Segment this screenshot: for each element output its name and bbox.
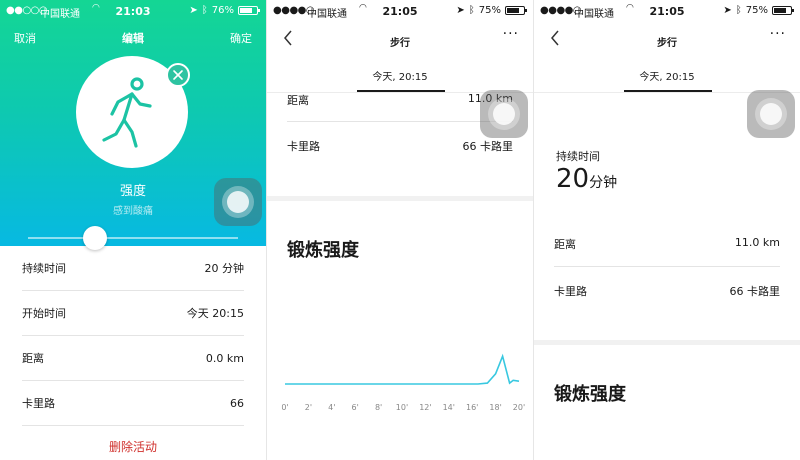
section-separator bbox=[267, 196, 533, 201]
row-divider bbox=[554, 266, 780, 267]
row-label: 距离 bbox=[554, 238, 576, 251]
detail-row-distance[interactable]: 距离 0.0 km bbox=[22, 336, 244, 381]
row-label: 卡里路 bbox=[22, 397, 55, 410]
location-icon: ➤ bbox=[723, 5, 732, 16]
assistive-touch-button[interactable] bbox=[214, 178, 262, 226]
duration-unit: 分钟 bbox=[589, 175, 618, 191]
detail-header: 步行 ··· 今天, 20:15 bbox=[534, 24, 800, 94]
row-value: 66 卡路里 bbox=[729, 285, 781, 298]
x-tick-label: 20' bbox=[513, 403, 525, 412]
x-tick-label: 4' bbox=[328, 403, 335, 412]
row-label: 持续时间 bbox=[22, 262, 66, 275]
x-tick-label: 0' bbox=[281, 403, 288, 412]
section-title: 锻炼强度 bbox=[287, 240, 359, 261]
status-bar: ●●●●○ 中国联通 ◠ 21:05 ➤ ᛒ 75% bbox=[267, 0, 533, 22]
x-tick-label: 16' bbox=[466, 403, 478, 412]
intensity-line-chart: 0' 2' 4' 6' 8' 10' 12' 14' 16' 18' 20' bbox=[281, 353, 525, 412]
row-label: 开始时间 bbox=[22, 307, 66, 320]
more-options-button[interactable]: ··· bbox=[503, 26, 519, 42]
duration-value: 20分钟 bbox=[556, 164, 617, 194]
assistive-touch-button[interactable] bbox=[480, 90, 528, 138]
close-icon bbox=[173, 70, 183, 80]
bluetooth-icon: ᛒ bbox=[468, 5, 475, 16]
walking-person-icon bbox=[102, 77, 152, 148]
delete-activity-button[interactable]: 删除活动 bbox=[0, 438, 266, 455]
status-bar: ●●●●○ 中国联通 ◠ 21:05 ➤ ᛒ 75% bbox=[534, 0, 800, 22]
section-title: 锻炼强度 bbox=[554, 384, 626, 405]
row-value: 66 卡路里 bbox=[462, 140, 514, 153]
remove-activity-button[interactable] bbox=[166, 63, 190, 87]
duration-number: 20 bbox=[556, 164, 590, 194]
battery-percent: 76% bbox=[211, 5, 234, 16]
row-label: 距离 bbox=[22, 352, 44, 365]
battery-icon bbox=[238, 6, 260, 15]
assistive-touch-button[interactable] bbox=[747, 90, 795, 138]
detail-header: 步行 ··· 今天, 20:15 bbox=[267, 24, 533, 94]
location-icon: ➤ bbox=[189, 5, 198, 16]
row-label: 距离 bbox=[287, 94, 309, 107]
date-segment-tab[interactable]: 今天, 20:15 bbox=[534, 68, 800, 83]
battery-icon bbox=[772, 6, 794, 15]
intensity-series-line bbox=[285, 353, 520, 385]
intensity-slider-track[interactable] bbox=[28, 237, 238, 239]
activity-detail-screen: ●●●●○ 中国联通 ◠ 21:05 ➤ ᛒ 75% 步行 ··· 今天, 20… bbox=[267, 0, 533, 460]
status-bar: ●●○○○ 中国联通 ◠ 21:03 ➤ ᛒ 76% bbox=[0, 0, 266, 22]
duration-label: 持续时间 bbox=[556, 150, 600, 163]
page-title: 编辑 bbox=[122, 32, 144, 45]
more-options-button[interactable]: ··· bbox=[770, 26, 786, 42]
detail-row-calories: 卡里路 66 卡路里 bbox=[287, 138, 513, 154]
battery-percent: 75% bbox=[478, 5, 501, 16]
edit-activity-screen: ●●○○○ 中国联通 ◠ 21:03 ➤ ᛒ 76% 取消 编辑 确定 强度 感… bbox=[0, 0, 266, 460]
date-segment-tab[interactable]: 今天, 20:15 bbox=[267, 68, 533, 83]
x-tick-label: 8' bbox=[375, 403, 382, 412]
x-tick-label: 12' bbox=[419, 403, 431, 412]
battery-icon bbox=[505, 6, 527, 15]
page-title: 步行 bbox=[657, 38, 677, 49]
bluetooth-icon: ᛒ bbox=[735, 5, 742, 16]
section-separator bbox=[534, 340, 800, 345]
battery-percent: 75% bbox=[745, 5, 768, 16]
detail-row-calories: 卡里路 66 卡路里 bbox=[554, 283, 780, 299]
row-value: 66 bbox=[230, 396, 244, 410]
row-value: 11.0 km bbox=[734, 236, 780, 249]
detail-row-distance: 距离 11.0 km bbox=[554, 236, 780, 252]
row-label: 卡里路 bbox=[287, 140, 320, 153]
confirm-button[interactable]: 确定 bbox=[230, 30, 252, 46]
row-label: 卡里路 bbox=[554, 285, 587, 298]
detail-row-start-time[interactable]: 开始时间 今天 20:15 bbox=[22, 291, 244, 336]
row-value: 0.0 km bbox=[205, 351, 244, 365]
bluetooth-icon: ᛒ bbox=[201, 5, 208, 16]
activity-detail-screen-top: ●●●●○ 中国联通 ◠ 21:05 ➤ ᛒ 75% 步行 ··· 今天, 20… bbox=[534, 0, 800, 460]
location-icon: ➤ bbox=[456, 5, 465, 16]
x-tick-label: 2' bbox=[305, 403, 312, 412]
x-tick-label: 18' bbox=[489, 403, 501, 412]
activity-details-list: 持续时间 20 分钟 开始时间 今天 20:15 距离 0.0 km 卡里路 6… bbox=[22, 246, 244, 426]
x-tick-label: 6' bbox=[352, 403, 359, 412]
x-tick-label: 10' bbox=[396, 403, 408, 412]
row-value: 20 分钟 bbox=[204, 262, 245, 275]
detail-row-calories[interactable]: 卡里路 66 bbox=[22, 381, 244, 426]
x-tick-label: 14' bbox=[443, 403, 455, 412]
row-value: 今天 20:15 bbox=[186, 307, 244, 320]
page-title: 步行 bbox=[390, 38, 410, 49]
detail-row-duration[interactable]: 持续时间 20 分钟 bbox=[22, 246, 244, 291]
